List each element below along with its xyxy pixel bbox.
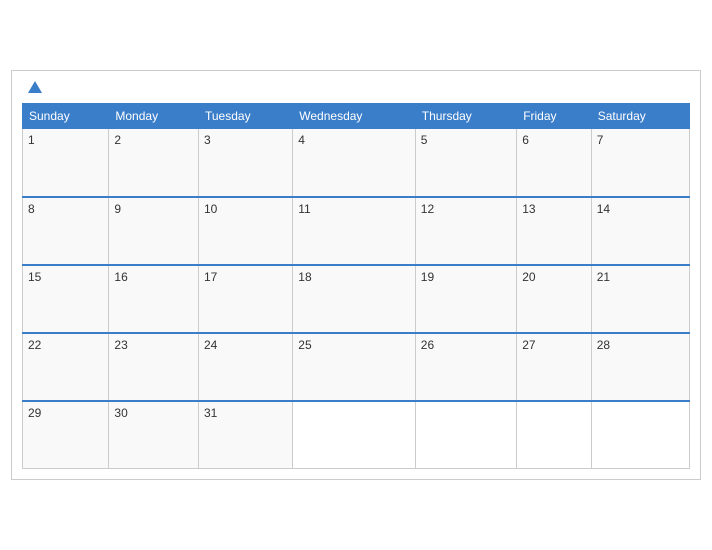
day-number: 7 (597, 133, 604, 147)
calendar-body: 1234567891011121314151617181920212223242… (23, 129, 690, 469)
day-number: 27 (522, 338, 535, 352)
calendar-day-cell: 30 (109, 401, 199, 469)
calendar-day-cell (517, 401, 592, 469)
day-number: 1 (28, 133, 35, 147)
calendar-week-row: 15 16 17 18 19 20 21 (23, 265, 690, 333)
weekday-header-saturday: Saturday (591, 104, 689, 129)
day-number: 23 (114, 338, 127, 352)
calendar-day-cell: 13 (517, 197, 592, 265)
day-number: 15 (28, 270, 41, 284)
calendar-day-cell: 6 (517, 129, 592, 197)
day-number: 28 (597, 338, 610, 352)
weekday-header-thursday: Thursday (415, 104, 516, 129)
day-number: 26 (421, 338, 434, 352)
calendar-header (22, 81, 690, 93)
day-number: 6 (522, 133, 529, 147)
day-number: 14 (597, 202, 610, 216)
calendar-day-cell: 26 (415, 333, 516, 401)
calendar-day-cell: 21 (591, 265, 689, 333)
calendar-day-cell: 1 (23, 129, 109, 197)
calendar-day-cell: 19 (415, 265, 516, 333)
day-number: 11 (298, 202, 310, 216)
weekday-header-tuesday: Tuesday (199, 104, 293, 129)
calendar-day-cell: 27 (517, 333, 592, 401)
calendar-day-cell: 24 (199, 333, 293, 401)
calendar-day-cell: 4 (293, 129, 416, 197)
weekday-header-sunday: Sunday (23, 104, 109, 129)
calendar-day-cell: 12 (415, 197, 516, 265)
calendar-container: SundayMondayTuesdayWednesdayThursdayFrid… (11, 70, 701, 480)
weekday-row: SundayMondayTuesdayWednesdayThursdayFrid… (23, 104, 690, 129)
calendar-day-cell (415, 401, 516, 469)
calendar-day-cell: 28 (591, 333, 689, 401)
day-number: 5 (421, 133, 428, 147)
day-number: 20 (522, 270, 535, 284)
calendar-day-cell: 9 (109, 197, 199, 265)
calendar-day-cell: 22 (23, 333, 109, 401)
calendar-day-cell (591, 401, 689, 469)
day-number: 2 (114, 133, 121, 147)
calendar-week-row: 8 9 10 11 12 13 14 (23, 197, 690, 265)
calendar-week-row: 22 23 24 25 26 27 28 (23, 333, 690, 401)
calendar-day-cell: 14 (591, 197, 689, 265)
day-number: 21 (597, 270, 610, 284)
calendar-day-cell: 7 (591, 129, 689, 197)
day-number: 4 (298, 133, 305, 147)
day-number: 29 (28, 406, 41, 420)
logo (26, 81, 42, 93)
calendar-day-cell: 31 (199, 401, 293, 469)
day-number: 10 (204, 202, 217, 216)
calendar-week-row: 29 30 31 (23, 401, 690, 469)
day-number: 31 (204, 406, 217, 420)
day-number: 13 (522, 202, 535, 216)
calendar-day-cell: 25 (293, 333, 416, 401)
day-number: 30 (114, 406, 127, 420)
calendar-day-cell: 5 (415, 129, 516, 197)
calendar-day-cell: 3 (199, 129, 293, 197)
calendar-day-cell: 8 (23, 197, 109, 265)
calendar-day-cell: 11 (293, 197, 416, 265)
logo-triangle-icon (28, 81, 42, 93)
calendar-week-row: 1 2 3 4 5 6 7 (23, 129, 690, 197)
day-number: 17 (204, 270, 217, 284)
day-number: 18 (298, 270, 311, 284)
calendar-day-cell: 15 (23, 265, 109, 333)
calendar-day-cell: 29 (23, 401, 109, 469)
calendar-day-cell (293, 401, 416, 469)
weekday-header-monday: Monday (109, 104, 199, 129)
calendar-day-cell: 2 (109, 129, 199, 197)
calendar-day-cell: 16 (109, 265, 199, 333)
day-number: 24 (204, 338, 217, 352)
day-number: 8 (28, 202, 35, 216)
day-number: 12 (421, 202, 434, 216)
calendar-day-cell: 10 (199, 197, 293, 265)
day-number: 25 (298, 338, 311, 352)
weekday-header-friday: Friday (517, 104, 592, 129)
calendar-weekdays-header: SundayMondayTuesdayWednesdayThursdayFrid… (23, 104, 690, 129)
day-number: 3 (204, 133, 211, 147)
day-number: 16 (114, 270, 127, 284)
calendar-day-cell: 18 (293, 265, 416, 333)
calendar-day-cell: 17 (199, 265, 293, 333)
day-number: 22 (28, 338, 41, 352)
day-number: 19 (421, 270, 434, 284)
weekday-header-wednesday: Wednesday (293, 104, 416, 129)
calendar-day-cell: 23 (109, 333, 199, 401)
calendar-grid: SundayMondayTuesdayWednesdayThursdayFrid… (22, 103, 690, 469)
day-number: 9 (114, 202, 121, 216)
calendar-day-cell: 20 (517, 265, 592, 333)
